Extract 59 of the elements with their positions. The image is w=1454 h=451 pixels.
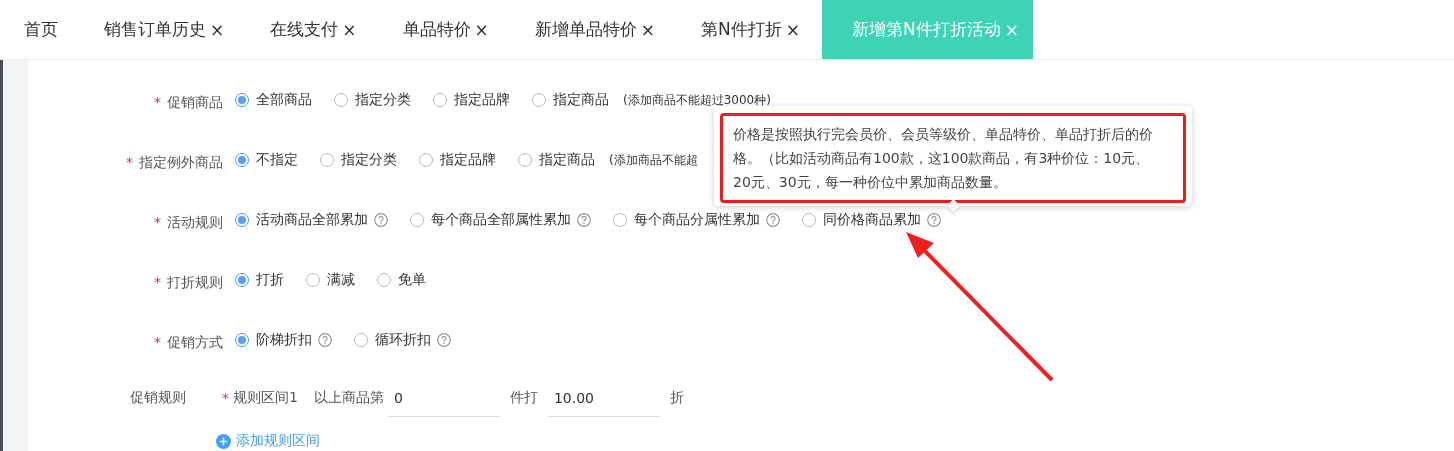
help-icon[interactable] — [577, 213, 591, 227]
required-mark: * — [222, 390, 229, 406]
option-label[interactable]: 不指定 — [256, 151, 298, 169]
note-text: (添加商品不能超过3000种) — [623, 91, 771, 109]
radio-button[interactable] — [235, 93, 249, 107]
option-label[interactable]: 每个商品全部属性累加 — [431, 211, 571, 229]
help-icon[interactable] — [374, 213, 388, 227]
tab[interactable]: 第N件打折 × — [677, 0, 822, 59]
help-icon[interactable] — [437, 333, 451, 347]
mid-text: 件打 — [509, 389, 538, 407]
radio-button[interactable] — [235, 273, 249, 287]
option-label[interactable]: 打折 — [256, 271, 284, 289]
radio-button[interactable] — [235, 153, 249, 167]
option-label[interactable]: 每个商品分属性累加 — [634, 211, 760, 229]
option-label[interactable]: 活动商品全部累加 — [256, 211, 368, 229]
required-mark: * — [126, 154, 133, 170]
required-mark: * — [154, 214, 161, 230]
help-icon[interactable] — [318, 333, 332, 347]
option-label[interactable]: 指定商品 — [553, 91, 609, 109]
tooltip-text: 价格是按照执行完会员价、会员等级价、单品特价、单品打折后的价格。（比如活动商品有100款，这100款商品，有3种价位：10元、20元、30元，每一种价位中累加商品数量。 — [733, 125, 1153, 192]
option-label[interactable]: 指定品牌 — [454, 91, 510, 109]
field-label: 促销规则 — [130, 389, 186, 405]
prefix-text: 以上商品第 — [313, 389, 384, 407]
close-icon[interactable]: × — [785, 19, 800, 40]
field-label: 活动规则 — [167, 214, 223, 230]
option-label[interactable]: 指定商品 — [539, 151, 595, 169]
field-label: 促销商品 — [167, 94, 223, 110]
option-label[interactable]: 阶梯折扣 — [256, 331, 312, 349]
option-label[interactable]: 同价格商品累加 — [823, 211, 921, 229]
option-label[interactable]: 免单 — [398, 271, 426, 289]
required-mark: * — [154, 94, 161, 110]
tab[interactable]: 销售订单历史 × — [80, 0, 247, 59]
tab[interactable]: 首页 — [0, 0, 80, 59]
add-icon[interactable] — [216, 433, 231, 449]
option-label[interactable]: 满减 — [327, 271, 355, 289]
option-label[interactable]: 指定品牌 — [440, 151, 496, 169]
option-label[interactable]: 循环折扣 — [375, 331, 431, 349]
field-label: 打折规则 — [167, 274, 223, 290]
field-label: 促销方式 — [167, 334, 223, 350]
radio-button[interactable] — [235, 213, 249, 227]
required-mark: * — [154, 334, 161, 350]
option-label[interactable]: 指定分类 — [355, 91, 411, 109]
option-label[interactable]: 全部商品 — [256, 91, 312, 109]
close-icon[interactable]: × — [640, 19, 655, 40]
close-icon[interactable]: × — [210, 19, 225, 40]
radio-button[interactable] — [235, 333, 249, 347]
help-icon[interactable] — [927, 213, 941, 227]
field-label: 指定例外商品 — [139, 154, 223, 170]
required-mark: * — [154, 274, 161, 290]
close-icon[interactable]: × — [474, 19, 489, 40]
suffix-text: 折 — [669, 389, 684, 407]
tab[interactable]: 在线支付 × — [246, 0, 379, 59]
interval-label: 规则区间1 — [233, 389, 298, 407]
tab[interactable]: 新增单品特价 × — [510, 0, 677, 59]
help-icon[interactable] — [766, 213, 780, 227]
close-icon[interactable]: × — [342, 19, 357, 40]
tab[interactable]: 单品特价 × — [378, 0, 511, 59]
option-label[interactable]: 指定分类 — [341, 151, 397, 169]
note-text: (添加商品不能超 — [609, 151, 698, 169]
